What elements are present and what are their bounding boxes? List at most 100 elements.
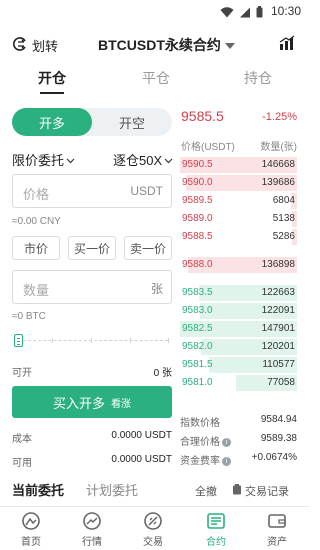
price-unit: USDT: [130, 184, 163, 198]
ask-row[interactable]: 9590.0 139686: [180, 174, 297, 191]
nav-market[interactable]: 行情: [62, 511, 122, 548]
ask1-price-button[interactable]: 卖一价: [124, 236, 172, 260]
signal-icon: [239, 5, 251, 23]
tab-plan-orders[interactable]: 计划委托: [86, 480, 138, 499]
ask-price: 9589.0: [182, 213, 213, 224]
bid-row[interactable]: 9582.0 120201: [180, 338, 297, 355]
index-price-row: 指数价格 9584.94: [180, 414, 297, 429]
available-open-row: 可开 0 张: [12, 364, 172, 379]
fair-price-value: 9589.38: [260, 433, 297, 444]
ask-row[interactable]: 9589.5 6804: [180, 192, 297, 209]
order-type-select[interactable]: 限价委托: [12, 150, 75, 169]
chevron-down-icon: [66, 152, 75, 167]
slider-thumb[interactable]: [14, 334, 23, 347]
quantity-unit: 张: [150, 282, 163, 296]
available-open-value: 0 张: [153, 368, 172, 379]
slider-tick: [130, 338, 131, 343]
ask-row[interactable]: 9589.0 5138: [180, 210, 297, 227]
market-icon: [81, 511, 103, 531]
price-input[interactable]: 价格 USDT: [12, 174, 172, 208]
clipboard-icon: [232, 484, 242, 498]
bid-price: 9583.0: [182, 305, 213, 316]
transfer-icon: [12, 36, 28, 55]
funding-rate-label: 资金费率: [180, 456, 220, 467]
price-cny-hint: ≈0.00 CNY: [12, 216, 61, 227]
bid-row[interactable]: 9583.5 122663: [180, 284, 297, 301]
bid-price: 9583.5: [182, 287, 213, 298]
wallet-icon: [266, 511, 288, 531]
slider-track: [18, 340, 168, 341]
tab-open[interactable]: 开仓: [38, 68, 66, 88]
trade-records-button[interactable]: 交易记录: [232, 483, 289, 499]
bid1-price-button[interactable]: 买一价: [68, 236, 116, 260]
status-bar: 10:30: [0, 0, 309, 22]
bid-price: 9581.0: [182, 377, 213, 388]
tab-current-orders[interactable]: 当前委托: [12, 480, 64, 499]
ask-qty: 6804: [272, 195, 295, 206]
trade-records-label: 交易记录: [245, 486, 289, 498]
bid-price: 9581.5: [182, 359, 213, 370]
page-title: BTCUSDT永续合约: [98, 37, 221, 53]
available-value: 0.0000 USDT: [111, 454, 172, 465]
transfer-button[interactable]: 划转: [12, 36, 58, 55]
quick-price-buttons: 市价 买一价 卖一价: [12, 236, 174, 260]
nav-trade[interactable]: 交易: [123, 511, 183, 548]
ask-row[interactable]: 9588.5 5286: [180, 228, 297, 245]
bid-qty: 120201: [261, 341, 295, 352]
cancel-all-button[interactable]: 全撤: [195, 483, 217, 499]
bid-price: 9582.5: [182, 323, 213, 334]
ask-qty: 5286: [272, 231, 295, 242]
funding-rate-row: 资金费率 i +0.0674%: [180, 452, 297, 467]
open-long-button[interactable]: 开多: [12, 108, 92, 136]
open-short-button[interactable]: 开空: [92, 108, 172, 136]
nav-assets[interactable]: 资产: [247, 511, 307, 548]
buy-button-sublabel: 看涨: [111, 398, 131, 410]
buy-open-long-button[interactable]: 买入开多 看涨: [12, 386, 172, 418]
available-row: 可用 0.0000 USDT: [12, 454, 172, 469]
ask-qty: 139686: [261, 177, 295, 188]
quantity-slider[interactable]: [14, 334, 170, 347]
ask-qty: 5138: [272, 213, 295, 224]
contract-selector[interactable]: BTCUSDT永续合约: [98, 35, 235, 55]
available-open-label: 可开: [12, 368, 32, 379]
nav-assets-label: 资产: [267, 537, 287, 548]
bid-row[interactable]: 9583.0 122091: [180, 302, 297, 319]
bid-qty: 122663: [261, 287, 295, 298]
bottom-nav: 首页 行情 交易 合约 资产: [0, 506, 309, 550]
leverage-select[interactable]: 逐仓50X: [113, 150, 173, 169]
quantity-btc-hint: ≈0 BTC: [12, 311, 46, 322]
fair-price-row: 合理价格 i 9589.38: [180, 433, 297, 448]
slider-tick: [52, 338, 53, 343]
nav-contract[interactable]: 合约: [186, 511, 246, 548]
ask-row[interactable]: 9590.5 146668: [180, 156, 297, 173]
bid-row[interactable]: 9582.5 147901: [180, 320, 297, 337]
slider-tick: [168, 338, 169, 343]
bid-row[interactable]: 9581.0 77058: [180, 374, 297, 391]
tab-close[interactable]: 平仓: [142, 68, 170, 88]
fair-price-label: 合理价格: [180, 437, 220, 448]
caret-down-icon: [224, 37, 235, 53]
market-price-button[interactable]: 市价: [12, 236, 60, 260]
quantity-input[interactable]: 数量 张: [12, 270, 172, 304]
cost-value: 0.0000 USDT: [111, 430, 172, 441]
bid-qty: 77058: [267, 377, 295, 388]
wifi-icon: [220, 5, 234, 23]
trade-icon: [142, 511, 164, 531]
index-price-value: 9584.94: [260, 414, 297, 425]
side-switch: 开多 开空: [12, 108, 172, 136]
chart-icon[interactable]: [279, 35, 295, 56]
price-placeholder: 价格: [23, 187, 50, 202]
order-type-label: 限价委托: [12, 153, 65, 168]
nav-home[interactable]: 首页: [1, 511, 61, 548]
nav-market-label: 行情: [82, 537, 102, 548]
info-icon[interactable]: i: [222, 456, 231, 466]
tab-positions[interactable]: 持仓: [244, 68, 272, 88]
bid-row[interactable]: 9581.5 110577: [180, 356, 297, 373]
ask-row[interactable]: 9588.0 136898: [180, 256, 297, 273]
ask-price: 9588.0: [182, 259, 213, 270]
bid-qty: 147901: [261, 323, 295, 334]
bid-price: 9582.0: [182, 341, 213, 352]
info-icon[interactable]: i: [222, 437, 231, 447]
transfer-label: 划转: [32, 39, 59, 54]
tab-underline: [40, 92, 64, 94]
